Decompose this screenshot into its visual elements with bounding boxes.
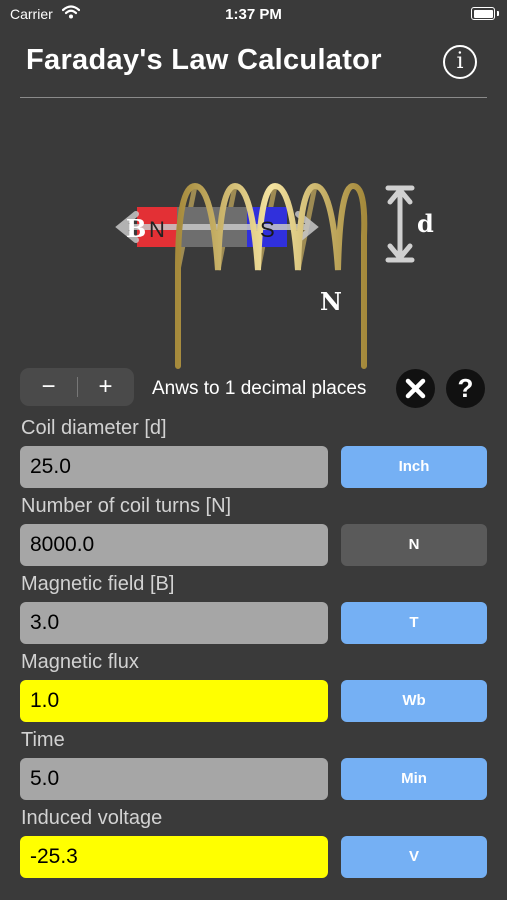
magnetic-field-unit-button[interactable]: T [341, 602, 487, 644]
coil-turns-input[interactable]: 8000.0 [20, 524, 328, 566]
south-pole-label: S [260, 217, 275, 242]
decimal-places-label: Anws to 1 decimal places [152, 378, 367, 399]
status-bar: Carrier 1:37 PM [0, 0, 507, 30]
magnetic-flux-result[interactable]: 1.0 [20, 680, 328, 722]
page-title: Faraday's Law Calculator [26, 44, 382, 76]
decimal-stepper[interactable]: − + [20, 368, 134, 406]
induced-voltage-unit-button[interactable]: V [341, 836, 487, 878]
coil-diameter-label: Coil diameter [d] [21, 417, 167, 439]
time-input[interactable]: 5.0 [20, 758, 328, 800]
time-unit-button[interactable]: Min [341, 758, 487, 800]
coil-turns-unit-button[interactable]: N [341, 524, 487, 566]
increase-decimals-button[interactable]: + [77, 368, 134, 406]
b-label: B [126, 214, 146, 243]
induced-voltage-result[interactable]: -25.3 [20, 836, 328, 878]
coil-diameter-unit-button[interactable]: Inch [341, 446, 487, 488]
magnetic-flux-label: Magnetic flux [21, 651, 139, 673]
coil-turns-label: Number of coil turns [N] [21, 495, 232, 517]
info-button[interactable]: i [443, 45, 477, 79]
diameter-indicator [385, 185, 415, 263]
induced-voltage-label: Induced voltage [21, 807, 163, 829]
north-pole-label: N [149, 217, 165, 242]
magnetic-field-label: Magnetic field [B] [21, 573, 175, 595]
close-icon [405, 378, 426, 399]
help-button[interactable]: ? [446, 369, 485, 408]
turns-label: N [320, 287, 342, 316]
time-label: Time [21, 729, 65, 751]
coil-diameter-input[interactable]: 25.0 [20, 446, 328, 488]
header-divider [20, 97, 487, 98]
magnetic-field-input[interactable]: 3.0 [20, 602, 328, 644]
battery-icon [471, 7, 499, 20]
status-time: 1:37 PM [225, 6, 282, 23]
magnetic-flux-unit-button[interactable]: Wb [341, 680, 487, 722]
decrease-decimals-button[interactable]: − [20, 368, 77, 406]
clear-button[interactable] [396, 369, 435, 408]
coil-magnet-diagram: B N S d N [115, 182, 434, 369]
d-label: d [417, 209, 434, 238]
